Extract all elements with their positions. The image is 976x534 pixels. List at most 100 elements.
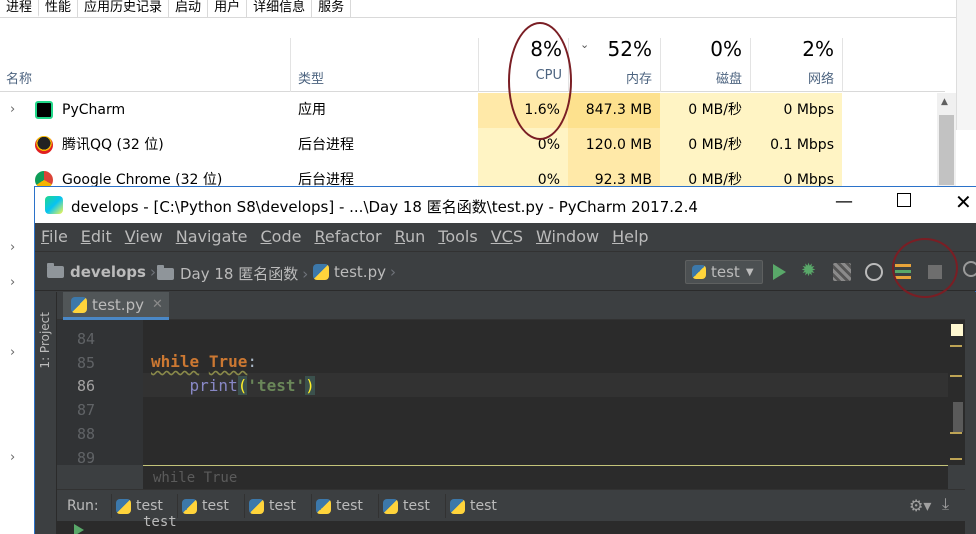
disk-total-percent[interactable]: 0% xyxy=(660,37,742,61)
breadcrumb-separator-icon: › xyxy=(302,264,309,283)
python-file-icon xyxy=(71,296,87,313)
memory-total-percent[interactable]: 52% xyxy=(568,37,652,61)
expand-chevron-icon[interactable]: › xyxy=(10,240,15,255)
close-icon[interactable]: ✕ xyxy=(955,190,972,214)
error-stripe[interactable] xyxy=(948,320,965,465)
warning-marker[interactable] xyxy=(950,345,962,347)
chevron-down-icon: ▼ xyxy=(745,266,754,278)
run-icon[interactable] xyxy=(773,264,786,280)
menu-help[interactable]: Help xyxy=(612,223,648,251)
menu-run[interactable]: Run xyxy=(395,223,426,251)
editor-tab-label: test.py xyxy=(92,295,144,314)
menu-refactor[interactable]: Refactor xyxy=(314,223,381,251)
run-tab[interactable]: test xyxy=(445,494,497,518)
column-disk[interactable]: 磁盘 xyxy=(660,68,742,87)
run-label: Run: xyxy=(67,498,99,514)
line-number-gutter: 84 85 86 87 88 89 xyxy=(57,320,143,467)
tab-services[interactable]: 服务 xyxy=(312,0,352,17)
inspection-status-icon[interactable] xyxy=(951,324,963,336)
breadcrumb-separator-icon: › xyxy=(389,263,396,281)
column-memory[interactable]: 内存 xyxy=(568,68,652,87)
code-breadcrumb[interactable]: while True xyxy=(153,470,237,486)
window-title: develops - [C:\Python S8\develops] - ...… xyxy=(71,198,698,216)
run-tab[interactable]: test xyxy=(378,494,430,518)
tab-app-history[interactable]: 应用历史记录 xyxy=(78,0,170,17)
debug-icon[interactable]: ✹ xyxy=(801,260,819,281)
tab-processes[interactable]: 进程 xyxy=(0,0,40,17)
editor-tab-test-py[interactable]: test.py ✕ xyxy=(63,292,169,320)
network-total-percent[interactable]: 2% xyxy=(750,37,834,61)
code-line-85: while True: xyxy=(151,352,257,371)
python-file-icon xyxy=(383,498,398,514)
breadcrumb-file[interactable]: test.py › xyxy=(313,263,400,281)
pycharm-icon xyxy=(35,101,53,119)
menu-tools[interactable]: Tools xyxy=(438,223,477,251)
line-number: 84 xyxy=(77,330,96,348)
minimize-icon[interactable]: — xyxy=(835,191,853,212)
process-row[interactable]: 腾讯QQ (32 位) 后台进程 0% 120.0 MB 0 MB/秒 0.1 … xyxy=(0,128,945,163)
cpu-annotation-circle xyxy=(508,22,572,140)
menu-navigate[interactable]: Navigate xyxy=(176,223,248,251)
scroll-up-arrow-icon[interactable]: ▲ xyxy=(941,97,948,107)
breadcrumb-label: test.py xyxy=(334,263,386,281)
breadcrumb-separator-icon: › xyxy=(149,263,156,281)
profile-icon[interactable] xyxy=(865,263,883,281)
run-tab[interactable]: test xyxy=(244,494,296,518)
process-memory: 120.0 MB xyxy=(568,128,660,163)
menu-edit[interactable]: Edit xyxy=(81,223,112,251)
python-file-icon xyxy=(313,264,329,280)
maximize-icon[interactable] xyxy=(897,193,911,207)
editor-scroll-thumb[interactable] xyxy=(953,402,963,432)
run-tab[interactable]: test xyxy=(177,494,229,518)
breadcrumb-folder[interactable]: Day 18 匿名函数 › xyxy=(157,263,312,284)
close-tab-icon[interactable]: ✕ xyxy=(152,297,163,312)
tab-users[interactable]: 用户 xyxy=(208,0,248,17)
menu-window[interactable]: Window xyxy=(536,223,599,251)
python-file-icon xyxy=(182,498,197,514)
navigation-bar: develops › Day 18 匿名函数 › test.py › test … xyxy=(35,251,976,291)
project-tool-window-button[interactable]: 1: Project xyxy=(38,312,52,369)
menu-code[interactable]: Code xyxy=(261,223,302,251)
python-file-icon xyxy=(249,498,264,514)
menu-vcs[interactable]: VCS xyxy=(491,223,523,251)
task-manager-scrollbar[interactable]: ▲ xyxy=(937,93,956,193)
process-disk: 0 MB/秒 xyxy=(660,128,750,163)
run-tab[interactable]: test xyxy=(311,494,363,518)
tab-details[interactable]: 详细信息 xyxy=(247,0,313,17)
warning-marker[interactable] xyxy=(950,432,962,434)
scroll-thumb[interactable] xyxy=(939,115,954,185)
menu-file[interactable]: File xyxy=(41,223,68,251)
python-file-icon xyxy=(692,265,706,279)
column-type[interactable]: 类型 xyxy=(298,68,324,87)
tab-performance[interactable]: 性能 xyxy=(39,0,79,17)
search-icon[interactable] xyxy=(963,261,976,277)
settings-gear-icon[interactable]: ⚙▾ xyxy=(909,496,931,515)
column-divider xyxy=(842,38,843,92)
expand-chevron-icon[interactable]: › xyxy=(10,450,15,465)
process-network: 0 Mbps xyxy=(750,93,842,128)
warning-marker[interactable] xyxy=(950,375,962,377)
stop-annotation-circle xyxy=(892,238,958,298)
breadcrumb-project[interactable]: develops › xyxy=(47,263,160,281)
menu-view[interactable]: View xyxy=(125,223,163,251)
rerun-icon[interactable] xyxy=(74,524,84,534)
expand-chevron-icon[interactable]: › xyxy=(10,345,15,360)
line-number: 86 xyxy=(77,377,96,395)
pycharm-titlebar[interactable]: develops - [C:\Python S8\develops] - ...… xyxy=(35,187,976,223)
process-row[interactable]: › PyCharm 应用 1.6% 847.3 MB 0 MB/秒 0 Mbps xyxy=(0,93,945,128)
expand-chevron-icon[interactable]: › xyxy=(10,275,15,290)
left-tool-strip: 1: Project xyxy=(35,292,57,534)
process-name: 腾讯QQ (32 位) xyxy=(62,137,164,153)
code-editor[interactable]: while True: print('test') xyxy=(143,320,948,465)
expand-chevron-icon[interactable]: › xyxy=(10,102,15,117)
process-disk: 0 MB/秒 xyxy=(660,93,750,128)
tab-startup[interactable]: 启动 xyxy=(169,0,209,17)
folder-icon xyxy=(157,264,174,280)
run-console[interactable]: test xyxy=(57,514,965,534)
column-network[interactable]: 网络 xyxy=(750,68,834,87)
run-with-coverage-icon[interactable] xyxy=(833,263,851,281)
warning-marker[interactable] xyxy=(950,458,962,460)
column-name[interactable]: 名称 xyxy=(6,68,32,87)
hide-panel-icon[interactable]: ⤓ xyxy=(942,494,949,514)
run-configuration-select[interactable]: test ▼ xyxy=(685,260,763,284)
